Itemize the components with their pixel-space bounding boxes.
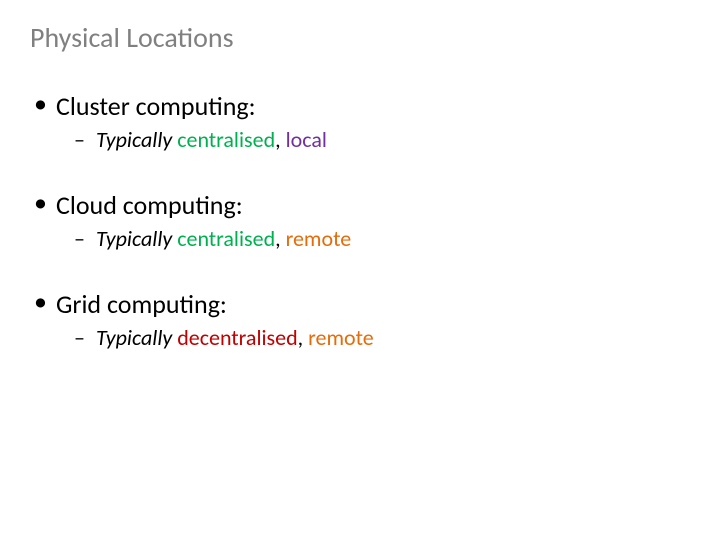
sub-list: Typically decentralised, remote	[56, 324, 680, 351]
centralised-word: centralised	[177, 225, 275, 252]
local-word: local	[286, 126, 327, 153]
bullet-list: Cluster computing: Typically centralised…	[30, 90, 680, 351]
decentralised-word: decentralised	[177, 324, 297, 351]
sub-bullet: Typically decentralised, remote	[56, 324, 680, 351]
bullet-heading: Grid computing:	[56, 288, 227, 320]
bullet-grid: Grid computing: Typically decentralised,…	[30, 288, 680, 351]
remote-word: remote	[308, 324, 374, 351]
typically-word: Typically	[96, 324, 172, 351]
slide: Physical Locations Cluster computing: Ty…	[0, 0, 720, 540]
slide-title: Physical Locations	[30, 20, 234, 55]
sub-bullet: Typically centralised, remote	[56, 225, 680, 252]
separator: ,	[298, 324, 308, 351]
typically-word: Typically	[96, 225, 172, 252]
separator: ,	[275, 126, 285, 153]
remote-word: remote	[286, 225, 352, 252]
typically-word: Typically	[96, 126, 172, 153]
separator: ,	[275, 225, 285, 252]
bullet-cloud: Cloud computing: Typically centralised, …	[30, 189, 680, 252]
centralised-word: centralised	[177, 126, 275, 153]
slide-body: Cluster computing: Typically centralised…	[30, 90, 680, 387]
sub-bullet: Typically centralised, local	[56, 126, 680, 153]
bullet-cluster: Cluster computing: Typically centralised…	[30, 90, 680, 153]
sub-list: Typically centralised, local	[56, 126, 680, 153]
bullet-heading: Cloud computing:	[56, 189, 243, 221]
sub-list: Typically centralised, remote	[56, 225, 680, 252]
bullet-heading: Cluster computing:	[56, 90, 256, 122]
